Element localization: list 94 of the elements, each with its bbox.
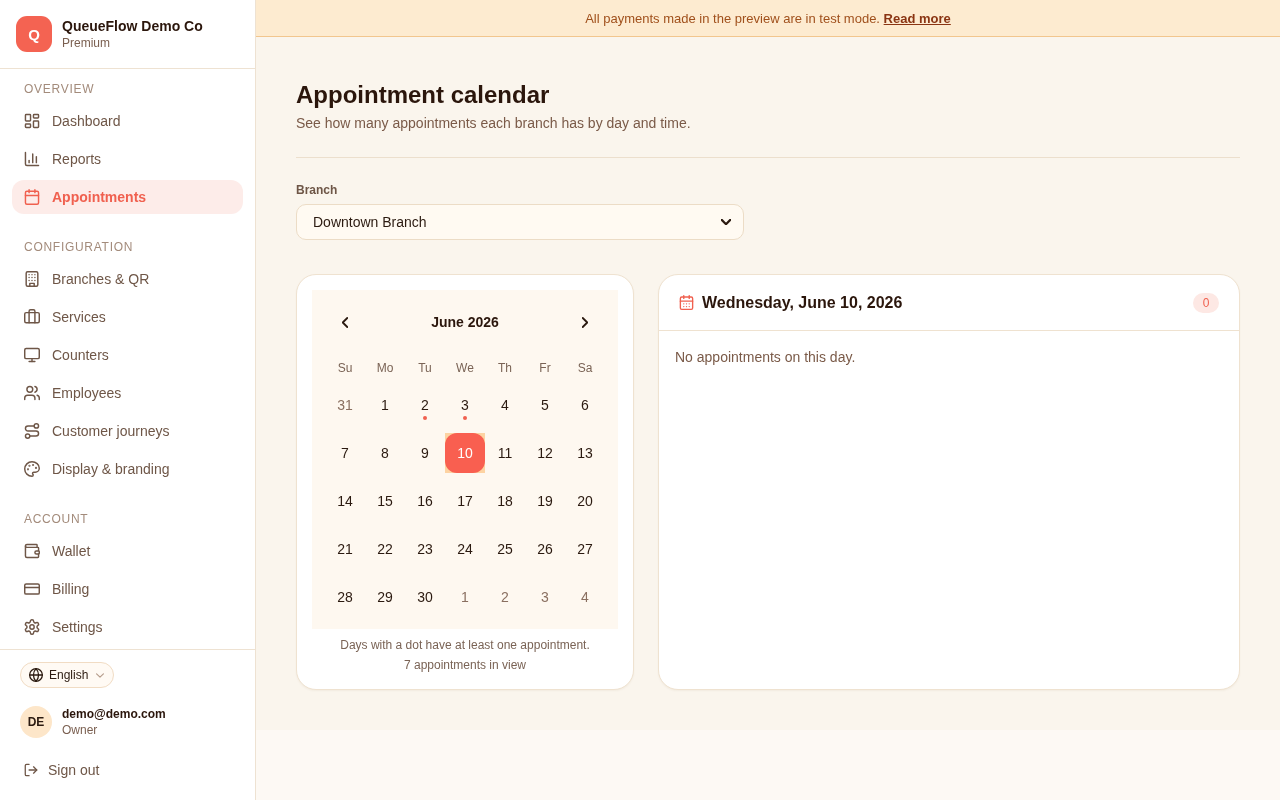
calendar-day[interactable]: 23 [405, 529, 445, 569]
calendar-day[interactable]: 24 [445, 529, 485, 569]
calendar-day[interactable]: 7 [325, 433, 365, 473]
weekday-label: Tu [417, 360, 433, 377]
settings-icon [24, 619, 40, 635]
calendar-day[interactable]: 1 [365, 385, 405, 425]
calendar-day[interactable]: 6 [565, 385, 605, 425]
calendar-day[interactable]: 29 [365, 577, 405, 617]
sidebar-item[interactable]: Counters [12, 338, 243, 372]
calendar-day[interactable]: 20 [565, 481, 605, 521]
palette-icon [24, 461, 40, 477]
credit-card-icon [24, 581, 40, 597]
calendar-day[interactable]: 1 [445, 577, 485, 617]
plan-label: Premium [62, 35, 111, 51]
banner-message: All payments made in the preview are in test mode. Read more [585, 10, 951, 26]
sidebar-item[interactable]: Branches & QR [12, 262, 243, 296]
route-icon [24, 423, 40, 439]
calendar-day[interactable]: 12 [525, 433, 565, 473]
sidebar-item[interactable]: Settings [12, 610, 243, 644]
weekday-label: We [455, 360, 475, 377]
bar-chart-icon [24, 151, 40, 167]
calendar-icon [24, 189, 40, 205]
calendar-day[interactable]: 11 [485, 433, 525, 473]
calendar-day[interactable]: 16 [405, 481, 445, 521]
chevron-down-icon [96, 672, 105, 678]
page-title: Appointment calendar [296, 80, 551, 110]
calendar-day[interactable]: 25 [485, 529, 525, 569]
briefcase-icon [24, 309, 40, 325]
day-title: Wednesday, June 10, 2026 [702, 293, 903, 312]
section-heading: OVERVIEW [23, 81, 96, 98]
calendar-day[interactable]: 30 [405, 577, 445, 617]
org-name: QueueFlow Demo Co [62, 17, 203, 35]
calendar-day[interactable]: 17 [445, 481, 485, 521]
calendar-day[interactable]: 2 [485, 577, 525, 617]
calendar-day[interactable]: 3 [445, 385, 485, 425]
globe-icon [29, 668, 43, 682]
count-badge: 0 [1193, 292, 1219, 313]
weekday-label: Fr [538, 360, 552, 377]
user-avatar: DE [20, 706, 52, 738]
building-icon [24, 271, 40, 287]
calendar-day[interactable]: 22 [365, 529, 405, 569]
sign-out-button[interactable]: Sign out [20, 758, 100, 782]
sidebar-item[interactable]: Services [12, 300, 243, 334]
calendar-day[interactable]: 9 [405, 433, 445, 473]
sidebar-item[interactable]: Reports [12, 142, 243, 176]
chevron-down-icon [721, 219, 731, 225]
calendar-day[interactable]: 14 [325, 481, 365, 521]
calendar-day[interactable]: 21 [325, 529, 365, 569]
calendar-day[interactable]: 18 [485, 481, 525, 521]
calendar-day[interactable]: 4 [565, 577, 605, 617]
calendar-day[interactable]: 15 [365, 481, 405, 521]
section-heading: CONFIGURATION [23, 239, 135, 256]
sidebar-item[interactable]: Display & branding [12, 452, 243, 486]
sidebar-item[interactable]: Customer journeys [12, 414, 243, 448]
section-heading: ACCOUNT [23, 511, 90, 528]
empty-message: No appointments on this day. [675, 348, 857, 367]
chevron-right-icon [582, 316, 588, 328]
user-email: demo@demo.com [62, 706, 166, 722]
calendar-day[interactable]: 4 [485, 385, 525, 425]
log-out-icon [24, 763, 38, 777]
calendar-day[interactable]: 5 [525, 385, 565, 425]
calendar-day[interactable]: 27 [565, 529, 605, 569]
calendar-day[interactable]: 31 [325, 385, 365, 425]
page-subtitle: See how many appointments each branch has by day and time. [296, 114, 692, 133]
branch-select[interactable]: Downtown Branch [296, 204, 744, 240]
chevron-left-icon [342, 316, 348, 328]
calendar-day[interactable]: 2 [405, 385, 445, 425]
calendar-day[interactable]: 8 [365, 433, 405, 473]
calendar-day[interactable]: 28 [325, 577, 365, 617]
org-logo: Q [16, 16, 52, 52]
sidebar-item[interactable]: Employees [12, 376, 243, 410]
sidebar-item[interactable]: Wallet [12, 534, 243, 568]
calendar-day[interactable]: 3 [525, 577, 565, 617]
users-icon [24, 385, 40, 401]
language-select[interactable]: English [20, 662, 115, 688]
wallet-icon [24, 543, 40, 559]
calendar-day[interactable]: 13 [565, 433, 605, 473]
calendar-note: Days with a dot have at least one appointment. [339, 637, 591, 654]
monitor-icon [24, 347, 40, 363]
weekday-label: Mo [375, 360, 395, 377]
user-role: Owner [62, 722, 99, 738]
field-label: Branch [296, 182, 339, 199]
sidebar-item[interactable]: Billing [12, 572, 243, 606]
read-more-link[interactable]: Read more [883, 10, 951, 26]
appointment-count: 7 appointments in view [402, 657, 528, 674]
month-title: June 2026 [430, 314, 500, 330]
calendar-icon [679, 295, 694, 310]
weekday-label: Su [336, 360, 354, 377]
weekday-label: Sa [576, 360, 594, 377]
weekday-label: Th [497, 360, 513, 377]
calendar-day[interactable]: 19 [525, 481, 565, 521]
calendar-day[interactable]: 26 [525, 529, 565, 569]
sidebar-item[interactable]: Dashboard [12, 104, 243, 138]
dashboard-icon [24, 113, 40, 129]
